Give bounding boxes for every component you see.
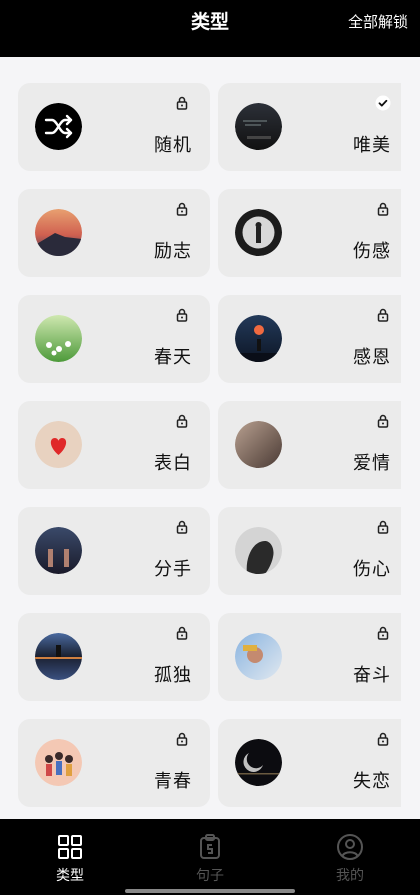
tab-categories[interactable]: 类型 (0, 819, 140, 895)
category-card-spring[interactable]: 春天 (18, 295, 210, 383)
category-photo (235, 421, 282, 468)
check-icon (375, 95, 391, 111)
category-photo (235, 209, 282, 256)
category-card-heartbreak[interactable]: 失恋 (218, 719, 401, 807)
category-photo (35, 315, 82, 362)
category-card-random[interactable]: 随机 (18, 83, 210, 171)
category-grid: 随机 唯美 励志 伤感 春天 感恩 表白 爱情 分手 伤心 孤独 奋斗 青春 失… (18, 83, 420, 807)
category-card-lonely[interactable]: 孤独 (18, 613, 210, 701)
category-label: 随机 (154, 135, 192, 156)
category-label: 表白 (154, 453, 192, 474)
shuffle-icon (35, 103, 82, 150)
category-card-strive[interactable]: 奋斗 (218, 613, 401, 701)
lock-icon (375, 625, 391, 641)
category-card-gratitude[interactable]: 感恩 (218, 295, 401, 383)
category-label: 伤感 (353, 241, 391, 262)
lock-icon (375, 519, 391, 535)
category-photo (235, 527, 282, 574)
category-photo (35, 209, 82, 256)
lock-icon (174, 201, 190, 217)
category-card-aesthetic[interactable]: 唯美 (218, 83, 401, 171)
lock-icon (174, 95, 190, 111)
lock-icon (174, 307, 190, 323)
category-label: 伤心 (353, 559, 391, 580)
clipboard-icon (196, 833, 224, 861)
tab-label: 我的 (336, 868, 364, 884)
tab-label: 句子 (196, 868, 224, 884)
category-label: 青春 (154, 771, 192, 792)
lock-icon (174, 731, 190, 747)
category-photo (35, 421, 82, 468)
category-label: 奋斗 (353, 665, 391, 686)
category-card-sentimental[interactable]: 伤感 (218, 189, 401, 277)
grid-icon (56, 833, 84, 861)
category-label: 失恋 (353, 771, 391, 792)
lock-icon (375, 307, 391, 323)
category-photo (35, 527, 82, 574)
category-card-love[interactable]: 爱情 (218, 401, 401, 489)
bottom-tab-bar: 类型 句子 我的 (0, 819, 420, 895)
category-label: 孤独 (154, 665, 192, 686)
category-label: 感恩 (353, 347, 391, 368)
category-card-confession[interactable]: 表白 (18, 401, 210, 489)
tab-sentences[interactable]: 句子 (140, 819, 280, 895)
category-card-sad[interactable]: 伤心 (218, 507, 401, 595)
category-photo (235, 739, 282, 786)
category-photo (235, 103, 282, 150)
category-label: 唯美 (353, 135, 391, 156)
category-photo (35, 739, 82, 786)
lock-icon (174, 625, 190, 641)
category-photo (235, 633, 282, 680)
unlock-all-button[interactable]: 全部解锁 (348, 0, 408, 44)
category-card-youth[interactable]: 青春 (18, 719, 210, 807)
lock-icon (174, 413, 190, 429)
user-icon (336, 833, 364, 861)
category-photo (35, 633, 82, 680)
category-label: 春天 (154, 347, 192, 368)
tab-mine[interactable]: 我的 (280, 819, 420, 895)
category-label: 励志 (154, 241, 192, 262)
home-indicator (125, 889, 295, 893)
category-photo (235, 315, 282, 362)
lock-icon (375, 731, 391, 747)
lock-icon (375, 413, 391, 429)
category-card-inspire[interactable]: 励志 (18, 189, 210, 277)
category-card-breakup[interactable]: 分手 (18, 507, 210, 595)
top-bar: 类型 全部解锁 (0, 0, 420, 57)
tab-label: 类型 (56, 868, 84, 884)
category-label: 分手 (154, 559, 192, 580)
lock-icon (174, 519, 190, 535)
lock-icon (375, 201, 391, 217)
category-label: 爱情 (353, 453, 391, 474)
